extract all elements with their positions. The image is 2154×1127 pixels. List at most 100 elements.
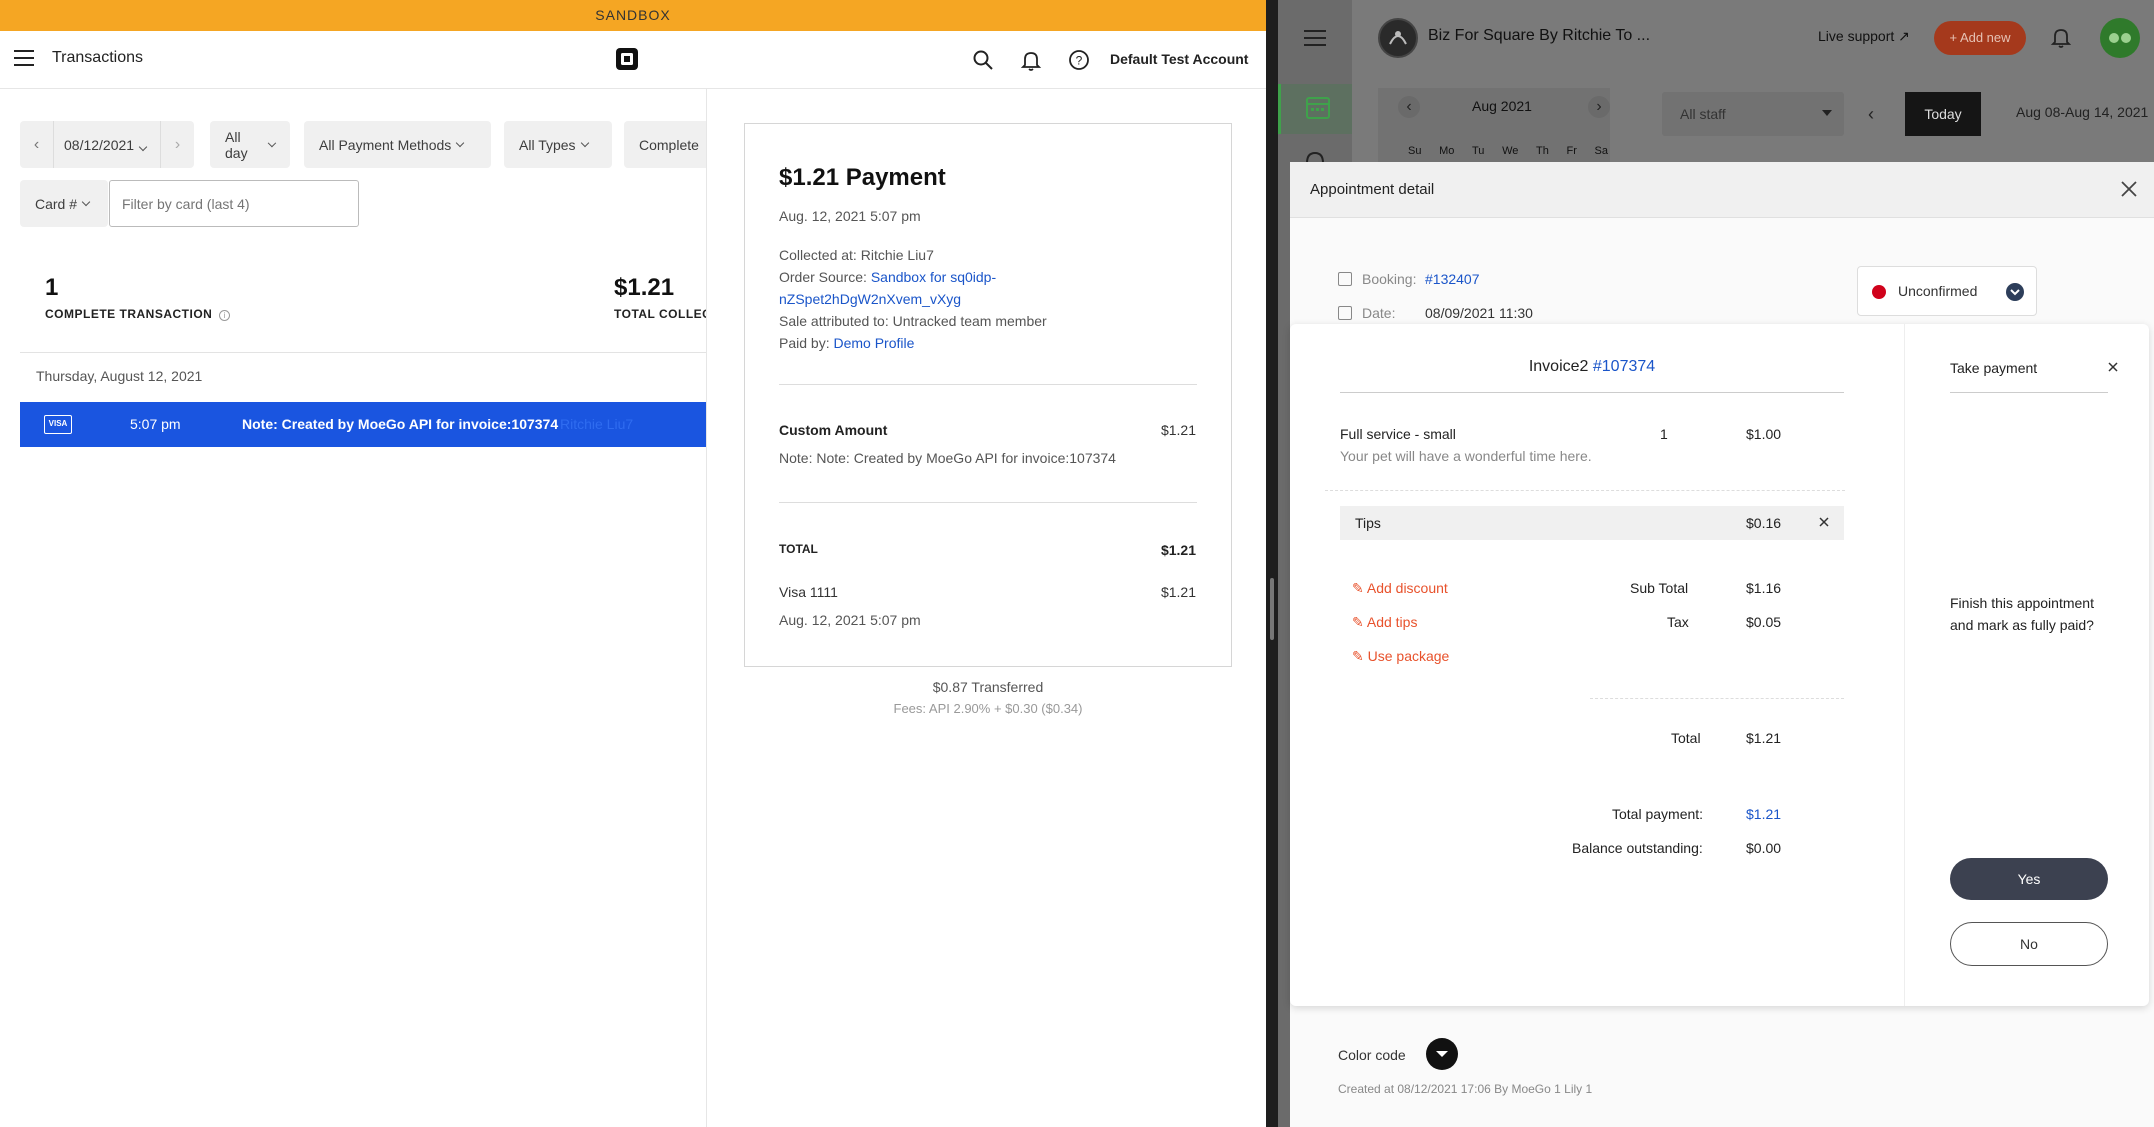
business-name[interactable]: Biz For Square By Ritchie To ... xyxy=(1428,27,1650,45)
booking-link[interactable]: #132407 xyxy=(1425,271,1480,287)
booking-label: Booking: xyxy=(1362,271,1417,287)
card-amount: $1.21 xyxy=(1160,584,1196,600)
balance-label: Balance outstanding: xyxy=(1572,840,1703,856)
status-filter[interactable]: Complete xyxy=(624,121,714,168)
tax-value: $0.05 xyxy=(1746,614,1782,630)
calendar-nav-icon[interactable] xyxy=(1278,84,1352,134)
menu-icon[interactable] xyxy=(1304,30,1326,46)
today-button[interactable]: Today xyxy=(1905,92,1981,136)
staff-select[interactable]: All staff xyxy=(1662,92,1844,136)
yes-button[interactable]: Yes xyxy=(1950,858,2108,900)
close-payment-icon[interactable] xyxy=(2106,360,2120,374)
add-new-button[interactable]: + Add new xyxy=(1934,21,2026,55)
square-dashboard: SANDBOX Transactions ? Default Test Acco… xyxy=(0,0,1266,1127)
invoice-title-text: Invoice2 xyxy=(1528,358,1589,375)
order-source-link[interactable]: Sandbox for sq0idp- xyxy=(871,269,996,285)
total-value: $1.21 xyxy=(1746,730,1782,746)
use-package-link[interactable]: ✎ Use package xyxy=(1352,648,1449,665)
date-range: Aug 08-Aug 14, 2021 xyxy=(2016,104,2149,120)
avatar[interactable] xyxy=(2100,18,2140,58)
weekday-label: We xyxy=(1502,145,1519,157)
date-value: 08/09/2021 11:30 xyxy=(1425,305,1533,321)
use-package-label: Use package xyxy=(1367,648,1450,664)
live-support-link[interactable]: Live support ↗ xyxy=(1818,28,1910,45)
order-source-link-cont[interactable]: nZSpet2hDgW2nXvem_vXyg xyxy=(779,288,1047,310)
total-collected-label: TOTAL COLLECTED xyxy=(614,307,706,321)
total-payment-link[interactable]: $1.21 xyxy=(1746,806,1781,822)
service-price: $1.00 xyxy=(1746,426,1782,442)
paid-by-link[interactable]: Demo Profile xyxy=(833,335,914,351)
divider-handle[interactable] xyxy=(1270,578,1274,640)
card-datetime: Aug. 12, 2021 5:07 pm xyxy=(779,612,921,628)
date-picker[interactable]: 08/12/2021 xyxy=(54,137,160,153)
card-label: Visa 1111 xyxy=(779,584,838,600)
paid-by-label: Paid by: xyxy=(779,335,830,351)
account-name[interactable]: Default Test Account xyxy=(1110,51,1248,67)
time-filter-label: All day xyxy=(225,128,248,161)
receipt-card: $1.21 Payment Aug. 12, 2021 5:07 pm Coll… xyxy=(744,123,1232,667)
transaction-row[interactable]: VISA 5:07 pm Note: Created by MoeGo API … xyxy=(20,402,706,447)
divider-line xyxy=(20,352,706,353)
bell-icon[interactable] xyxy=(1020,49,1042,71)
chevron-down-icon xyxy=(2006,283,2024,301)
payment-methods-filter[interactable]: All Payment Methods xyxy=(304,121,491,168)
business-logo-icon[interactable] xyxy=(1378,18,1418,58)
item-name: Custom Amount xyxy=(779,422,888,438)
clients-nav-icon[interactable] xyxy=(1304,150,1326,164)
split-divider[interactable] xyxy=(1266,0,1278,1127)
transaction-count: 1 xyxy=(45,274,59,301)
total-label: Total xyxy=(1671,730,1701,746)
bell-icon[interactable] xyxy=(2050,26,2072,48)
card-brand-label: VISA xyxy=(48,419,68,428)
help-icon[interactable]: ? xyxy=(1068,49,1090,71)
search-icon[interactable] xyxy=(972,49,994,71)
square-logo-icon[interactable] xyxy=(615,47,639,71)
types-filter[interactable]: All Types xyxy=(504,121,612,168)
no-button[interactable]: No xyxy=(1950,922,2108,966)
weekday-label: Tu xyxy=(1472,145,1485,157)
color-code-picker[interactable] xyxy=(1426,1038,1458,1070)
receipt-datetime: Aug. 12, 2021 5:07 pm xyxy=(779,208,921,224)
time-filter[interactable]: All day xyxy=(210,121,290,168)
menu-icon[interactable] xyxy=(14,50,34,66)
color-code-label: Color code xyxy=(1338,1047,1406,1063)
tips-row: Tips $0.16 xyxy=(1340,506,1844,540)
invoice-number-link[interactable]: #107374 xyxy=(1593,358,1655,375)
weekday-label: Fr xyxy=(1566,145,1577,157)
transaction-person: Ritchie Liu7 xyxy=(560,416,634,432)
total-amount: $1.21 xyxy=(1160,542,1196,558)
moego-app: Biz For Square By Ritchie To ... Live su… xyxy=(1278,0,2154,1127)
appointment-modal-header: Appointment detail xyxy=(1290,162,2154,218)
transaction-detail-panel: $1.21 Payment Aug. 12, 2021 5:07 pm Coll… xyxy=(706,89,1266,1127)
service-description: Your pet will have a wonderful time here… xyxy=(1340,448,1592,464)
order-source-line: Order Source: Sandbox for sq0idp- xyxy=(779,266,1047,288)
service-name: Full service - small xyxy=(1340,426,1456,442)
next-date-button[interactable]: › xyxy=(160,121,194,168)
service-divider xyxy=(1325,490,1845,491)
info-icon[interactable]: i xyxy=(219,310,231,321)
item-amount: $1.21 xyxy=(1160,422,1196,438)
next-month-button[interactable]: › xyxy=(1588,96,1610,118)
external-link-icon: ↗ xyxy=(1898,28,1910,44)
date-value: 08/12/2021 xyxy=(64,136,135,153)
created-info: Created at 08/12/2021 17:06 By MoeGo 1 L… xyxy=(1338,1082,1593,1096)
status-dropdown[interactable]: Unconfirmed xyxy=(1857,266,2037,316)
prev-month-button[interactable]: ‹ xyxy=(1398,96,1420,118)
card-search-input[interactable] xyxy=(109,180,359,227)
prev-week-button[interactable]: ‹ xyxy=(1856,92,1886,136)
sandbox-banner: SANDBOX xyxy=(0,0,1266,31)
card-filter[interactable]: Card # xyxy=(20,180,108,227)
add-tips-link[interactable]: ✎ Add tips xyxy=(1352,614,1417,631)
transaction-note: Note: Created by MoeGo API for invoice:1… xyxy=(242,416,559,432)
prev-date-button[interactable]: ‹ xyxy=(20,121,54,168)
close-icon[interactable] xyxy=(2120,180,2138,198)
finish-prompt: Finish this appointment and mark as full… xyxy=(1950,595,2094,633)
chevron-down-icon xyxy=(81,197,91,206)
fees-text: Fees: API 2.90% + $0.30 ($0.34) xyxy=(893,701,1083,716)
staff-label: All staff xyxy=(1680,106,1726,122)
payment-side-divider xyxy=(1904,324,1905,1006)
transaction-time: 5:07 pm xyxy=(130,416,181,432)
add-discount-link[interactable]: ✎ Add discount xyxy=(1352,580,1448,597)
subtotal-value: $1.16 xyxy=(1746,580,1782,596)
remove-tips-icon[interactable] xyxy=(1816,514,1832,530)
